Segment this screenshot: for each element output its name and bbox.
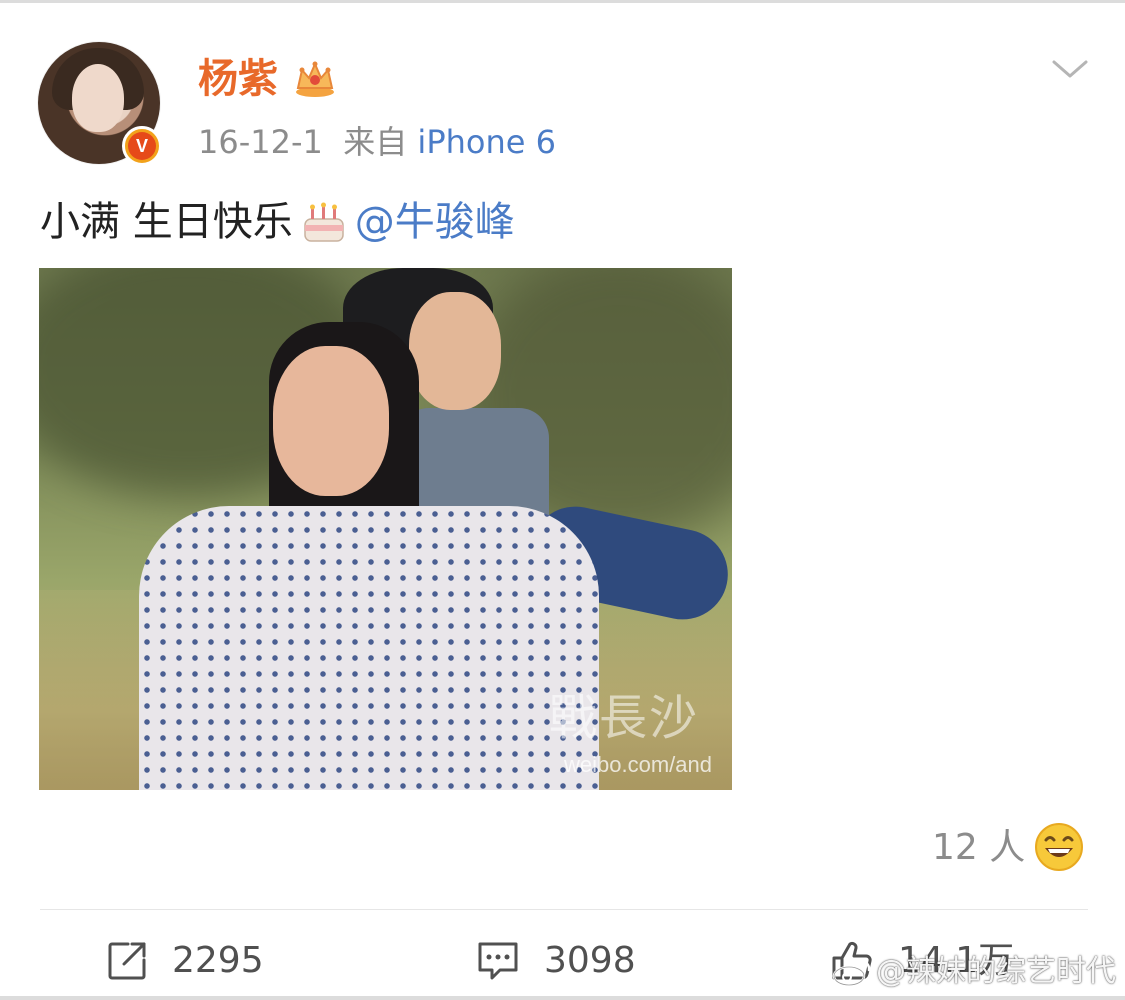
post-text: 小满 生日快乐 @牛骏峰 (40, 196, 515, 248)
post-text-main: 小满 生日快乐 (40, 199, 293, 245)
author-name[interactable]: 杨紫 (198, 56, 278, 102)
chevron-down-icon[interactable] (1050, 58, 1090, 82)
comment-icon (478, 942, 518, 980)
repost-icon (108, 942, 146, 980)
post-meta: 16-12-1 来自 iPhone 6 (198, 120, 556, 164)
comment-button[interactable]: 3098 (476, 936, 636, 986)
cake-icon (303, 202, 344, 242)
comment-count: 3098 (544, 940, 636, 981)
action-divider (40, 909, 1088, 910)
weibo-logo-icon (832, 959, 871, 987)
top-border (0, 0, 1125, 3)
device-link[interactable]: iPhone 6 (417, 123, 556, 161)
photo-woman-face (273, 346, 389, 496)
weibo-watermark: @辣妹的综艺时代 (832, 952, 1116, 992)
laugh-emoji-icon[interactable] (1034, 822, 1084, 872)
photo-woman-body (139, 506, 599, 790)
mention-link[interactable]: @牛骏峰 (355, 196, 515, 248)
repost-count: 2295 (172, 940, 264, 981)
verified-badge: V (122, 126, 162, 166)
avatar-face (72, 64, 124, 132)
bottom-border (0, 996, 1125, 1000)
reaction-count[interactable]: 12 人 (932, 824, 1025, 872)
source-prefix: 来自 (343, 123, 408, 161)
image-watermark-url: weibo.com/and (564, 752, 712, 777)
crown-icon (296, 61, 334, 97)
repost-button[interactable]: 2295 (106, 936, 264, 986)
verified-badge-label: V (128, 132, 156, 160)
post-date: 16-12-1 (198, 123, 323, 161)
post-image[interactable]: 戰長沙 weibo.com/and (39, 268, 732, 790)
watermark-text: @辣妹的综艺时代 (876, 954, 1116, 989)
image-watermark-title: 戰長沙 (549, 690, 700, 746)
photo-man-face (409, 292, 501, 410)
